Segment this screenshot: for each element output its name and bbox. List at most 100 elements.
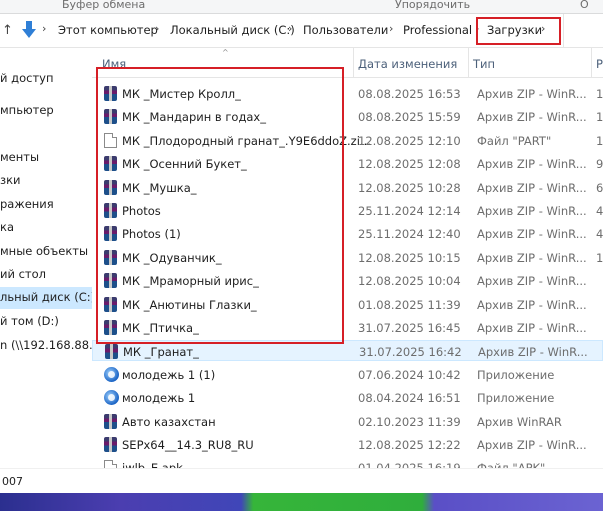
- rar-icon: [104, 203, 117, 218]
- file-date: 31.07.2025 16:42: [359, 345, 462, 360]
- file-name: МК _Мистер Кролл_: [122, 87, 241, 101]
- rar-icon: [104, 296, 117, 312]
- file-row[interactable]: МК _Мушка_ 12.08.2025 10:28 Архив ZIP - Wi…: [92, 177, 603, 198]
- nav-item-desktop[interactable]: ий стол: [0, 264, 92, 286]
- file-name: jwlb_E.apk: [122, 461, 183, 468]
- file-date: 12.08.2025 10:15: [358, 250, 461, 265]
- file-icon: [104, 460, 117, 468]
- file-type: Архив ZIP - WinR...: [477, 87, 587, 101]
- file-row[interactable]: МК _Анютины Глазки_ 01.08.2025 11:39 Архив…: [92, 294, 603, 315]
- breadcrumb-users[interactable]: Пользователи: [303, 23, 388, 37]
- ribbon-group-open: О: [580, 0, 589, 11]
- file-row[interactable]: МК _Одуванчик_ 12.08.2025 10:15 Архив ZIP …: [92, 247, 603, 268]
- file-date: 12.08.2025 12:08: [358, 157, 461, 172]
- file-type: Приложение: [477, 391, 555, 406]
- breadcrumb-professional[interactable]: Professional: [403, 23, 472, 37]
- rar-icon: [104, 109, 117, 125]
- nav-item-music[interactable]: ка: [0, 217, 92, 239]
- file-size: 6: [596, 180, 603, 195]
- file-date: 01.08.2025 11:39: [358, 297, 461, 312]
- file-row[interactable]: молодежь 1 (1) 07.06.2024 10:42 Приложение: [92, 364, 603, 385]
- file-row[interactable]: Авто казахстан 02.10.2023 11:39 Архив WinR…: [92, 411, 603, 432]
- file-type: Архив ZIP - WinR...: [477, 321, 587, 335]
- file-size: 10: [596, 110, 603, 125]
- file-date: 31.07.2025 16:45: [358, 321, 461, 335]
- rar-icon: [105, 344, 118, 360]
- file-type: Архив ZIP - WinR...: [477, 227, 587, 242]
- file-name: МК _Мраморный ирис_: [122, 274, 259, 289]
- file-row[interactable]: SEPx64__14.3_RU8_RU 12.08.2025 12:22 Архив…: [92, 434, 603, 455]
- nav-item-quick-access[interactable]: й доступ: [0, 68, 92, 90]
- nav-item-downloads[interactable]: зки: [0, 170, 92, 192]
- file-name: МК _Птичка_: [122, 321, 199, 335]
- nav-item-pictures[interactable]: ражения: [0, 194, 92, 216]
- breadcrumb-local-disk[interactable]: Локальный диск (C:): [170, 23, 295, 37]
- breadcrumb-separator[interactable]: ›: [155, 22, 159, 35]
- file-row[interactable]: МК _Мандарин в годах_ 08.08.2025 15:59 Арх…: [92, 106, 603, 127]
- file-date: 12.08.2025 10:04: [358, 274, 461, 289]
- nav-item-local-disk-c[interactable]: льный диск (C:): [0, 287, 92, 309]
- ribbon-group-labels: Буфер обмена Упорядочить О: [0, 0, 603, 14]
- file-name: МК _Одуванчик_: [122, 250, 222, 265]
- file-row[interactable]: Photos 25.11.2024 12:14 Архив ZIP - WinR..…: [92, 200, 603, 221]
- file-row[interactable]: МК _Мраморный ирис_ 12.08.2025 10:04 Архив…: [92, 270, 603, 291]
- rar-icon: [104, 249, 117, 265]
- rar-icon: [104, 413, 117, 429]
- rar-icon: [104, 273, 117, 289]
- breadcrumb-separator[interactable]: ›: [541, 22, 545, 35]
- status-bar: 007: [0, 468, 603, 493]
- file-row[interactable]: МК _Плодородный гранат_.Y9E6ddoZ.zi... 12…: [92, 130, 603, 151]
- file-row[interactable]: молодежь 1 08.04.2024 16:51 Приложение: [92, 387, 603, 408]
- column-header-date[interactable]: Дата изменения: [354, 48, 469, 78]
- file-date: 08.08.2025 16:53: [358, 87, 461, 101]
- breadcrumb-separator[interactable]: ›: [389, 22, 393, 35]
- file-date: 01.04.2025 16:19: [358, 461, 461, 468]
- file-type: Архив ZIP - WinR...: [477, 110, 587, 125]
- file-date: 02.10.2023 11:39: [358, 414, 461, 429]
- rar-icon: [104, 320, 117, 335]
- file-row[interactable]: МК _Осенний Букет_ 12.08.2025 12:08 Архив …: [92, 153, 603, 174]
- rar-icon: [104, 226, 117, 242]
- nav-item-network-share[interactable]: n (\\192.168.88.2: [0, 335, 92, 357]
- file-name: Photos (1): [122, 227, 181, 242]
- file-row[interactable]: МК _Гранат_ 31.07.2025 16:42 Архив ZIP - W…: [92, 340, 603, 362]
- nav-item-documents[interactable]: менты: [0, 147, 92, 169]
- download-arrow-icon: [22, 21, 36, 38]
- file-list: ^ Имя Дата изменения Тип Р МК _Мистер Кр…: [92, 48, 603, 468]
- file-row[interactable]: МК _Птичка_ 31.07.2025 16:45 Архив ZIP - W…: [92, 317, 603, 338]
- file-type: Архив ZIP - WinR...: [477, 297, 587, 312]
- column-header-type[interactable]: Тип: [469, 48, 592, 78]
- breadcrumb-root-separator[interactable]: ›: [42, 22, 46, 35]
- rar-icon: [104, 437, 117, 452]
- rar-icon: [104, 86, 117, 101]
- file-date: 12.08.2025 12:22: [358, 438, 461, 452]
- column-header-size[interactable]: Р: [592, 48, 603, 78]
- file-type: Архив ZIP - WinR...: [477, 274, 587, 289]
- file-name: МК _Гранат_: [123, 345, 199, 360]
- breadcrumb-downloads[interactable]: Загрузки: [487, 23, 542, 37]
- file-date: 07.06.2024 10:42: [358, 367, 461, 382]
- address-bar[interactable]: ↑ › Этот компьютер › Локальный диск (C:)…: [0, 14, 603, 48]
- column-header-name[interactable]: Имя: [92, 48, 354, 78]
- file-name: МК _Осенний Букет_: [122, 157, 247, 172]
- breadcrumb-separator[interactable]: ›: [288, 22, 292, 35]
- taskbar: [0, 493, 603, 511]
- app-icon: [104, 366, 119, 382]
- nav-item-this-pc[interactable]: мпьютер: [0, 100, 92, 122]
- ribbon-group-organize: Упорядочить: [395, 0, 471, 11]
- breadcrumb-this-pc[interactable]: Этот компьютер: [58, 23, 158, 37]
- file-row[interactable]: МК _Мистер Кролл_ 08.08.2025 16:53 Архив Z…: [92, 83, 603, 104]
- nav-item-3d-objects[interactable]: мные объекты: [0, 241, 92, 263]
- rar-icon: [104, 156, 117, 172]
- up-arrow-icon[interactable]: ↑: [2, 23, 13, 38]
- file-type: Архив WinRAR: [477, 414, 562, 429]
- nav-item-volume-d[interactable]: й том (D:): [0, 311, 92, 333]
- file-row[interactable]: Photos (1) 25.11.2024 12:40 Архив ZIP - Wi…: [92, 223, 603, 244]
- file-date: 08.04.2024 16:51: [358, 391, 461, 406]
- file-size: 4: [596, 227, 603, 242]
- app-icon: [104, 390, 119, 406]
- file-type: Файл "APK": [477, 461, 545, 468]
- address-dropdown-area[interactable]: [563, 14, 603, 47]
- ribbon-group-clipboard: Буфер обмена: [62, 0, 146, 11]
- file-row[interactable]: jwlb_E.apk 01.04.2025 16:19 Файл "APK": [92, 457, 603, 468]
